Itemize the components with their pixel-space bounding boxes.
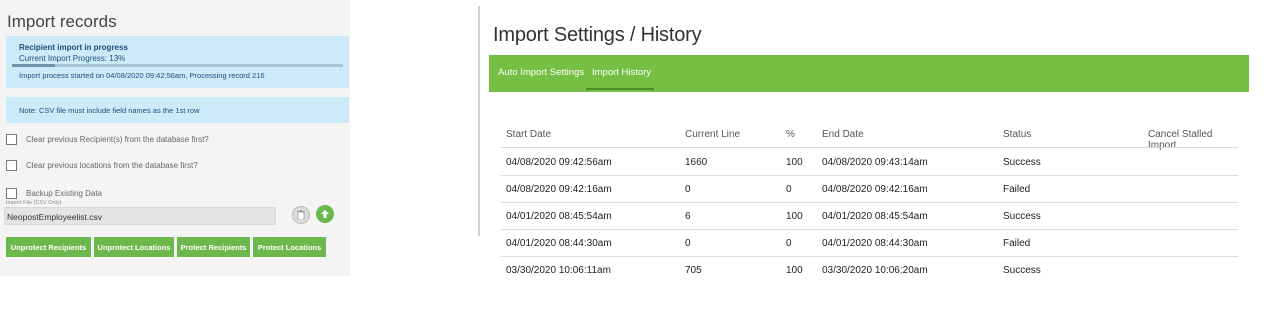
import-records-panel: Import records Recipient import in progr… bbox=[0, 0, 350, 276]
import-settings-title: Import Settings / History bbox=[493, 24, 702, 46]
table-row: 04/01/2020 08:45:54am 6 100 04/01/2020 0… bbox=[501, 203, 1238, 230]
cell-end-date: 04/01/2020 08:44:30am bbox=[822, 238, 928, 249]
cell-status: Success bbox=[1003, 157, 1041, 168]
clear-file-button[interactable] bbox=[292, 206, 310, 224]
column-header-status: Status bbox=[1003, 129, 1032, 140]
cell-status: Failed bbox=[1003, 184, 1031, 195]
progress-status: Import process started on 04/08/2020 09:… bbox=[19, 71, 265, 80]
table-row: 04/08/2020 09:42:56am 1660 100 04/08/202… bbox=[501, 149, 1238, 176]
progress-current: Current Import Progress: 13% bbox=[19, 54, 126, 63]
trash-icon bbox=[297, 210, 305, 220]
column-header-percent: % bbox=[786, 129, 795, 140]
cell-percent: 100 bbox=[786, 211, 803, 222]
cell-start-date: 04/08/2020 09:42:56am bbox=[506, 157, 612, 168]
import-records-title: Import records bbox=[7, 12, 117, 31]
tab-auto-import-settings[interactable]: Auto Import Settings bbox=[498, 67, 584, 78]
active-tab-indicator bbox=[586, 88, 654, 90]
cell-current-line: 0 bbox=[685, 238, 691, 249]
column-header-end-date: End Date bbox=[822, 129, 864, 140]
cell-end-date: 04/08/2020 09:42:16am bbox=[822, 184, 928, 195]
tab-import-history[interactable]: Import History bbox=[592, 67, 651, 78]
column-header-current-line: Current Line bbox=[685, 129, 741, 140]
upload-button[interactable] bbox=[316, 205, 334, 223]
clear-locations-label: Clear previous locations from the databa… bbox=[26, 160, 198, 170]
progress-bar bbox=[12, 64, 343, 67]
cell-status: Failed bbox=[1003, 238, 1031, 249]
progress-heading: Recipient import in progress bbox=[19, 43, 128, 52]
clear-recipients-option[interactable]: Clear previous Recipient(s) from the dat… bbox=[6, 132, 209, 146]
clear-recipients-label: Clear previous Recipient(s) from the dat… bbox=[26, 134, 209, 144]
import-history-table: Start Date Current Line % End Date Statu… bbox=[501, 120, 1241, 280]
table-header-divider bbox=[501, 147, 1238, 148]
cell-end-date: 04/01/2020 08:45:54am bbox=[822, 211, 928, 222]
table-row: 04/01/2020 08:44:30am 0 0 04/01/2020 08:… bbox=[501, 230, 1238, 257]
cell-end-date: 04/08/2020 09:43:14am bbox=[822, 157, 928, 168]
protect-locations-button[interactable]: Protect Locations bbox=[253, 237, 326, 257]
table-row: 04/08/2020 09:42:16am 0 0 04/08/2020 09:… bbox=[501, 176, 1238, 203]
cell-percent: 0 bbox=[786, 184, 792, 195]
cell-status: Success bbox=[1003, 211, 1041, 222]
cell-start-date: 04/01/2020 08:44:30am bbox=[506, 238, 612, 249]
cell-current-line: 705 bbox=[685, 265, 702, 276]
protect-recipients-button[interactable]: Protect Recipients bbox=[177, 237, 250, 257]
upload-arrow-icon bbox=[321, 210, 329, 218]
unprotect-locations-button[interactable]: Unprotect Locations bbox=[94, 237, 174, 257]
clear-recipients-checkbox[interactable] bbox=[6, 133, 17, 145]
cell-percent: 100 bbox=[786, 157, 803, 168]
clear-locations-option[interactable]: Clear previous locations from the databa… bbox=[6, 158, 198, 172]
cell-percent: 100 bbox=[786, 265, 803, 276]
import-file-input[interactable]: NeopostEmployeelist.csv bbox=[4, 207, 276, 225]
cell-current-line: 1660 bbox=[685, 157, 708, 168]
column-header-start-date: Start Date bbox=[506, 129, 552, 140]
clear-locations-checkbox[interactable] bbox=[6, 159, 17, 171]
csv-note: Note: CSV file must include field names … bbox=[6, 97, 349, 123]
table-row: 03/30/2020 10:06:11am 705 100 03/30/2020… bbox=[501, 257, 1238, 280]
cell-status: Success bbox=[1003, 265, 1041, 276]
backup-data-checkbox[interactable] bbox=[6, 187, 17, 199]
cell-current-line: 6 bbox=[685, 211, 691, 222]
cell-end-date: 03/30/2020 10:06:20am bbox=[822, 265, 928, 276]
cell-start-date: 04/08/2020 09:42:16am bbox=[506, 184, 612, 195]
csv-note-text: Note: CSV file must include field names … bbox=[19, 106, 200, 115]
import-tabbar: Auto Import Settings Import History bbox=[489, 55, 1249, 92]
unprotect-recipients-button[interactable]: Unprotect Recipients bbox=[6, 237, 91, 257]
panel-divider bbox=[478, 6, 480, 236]
cell-start-date: 03/30/2020 10:06:11am bbox=[506, 265, 611, 276]
import-progress-alert: Recipient import in progress Current Imp… bbox=[6, 36, 349, 88]
progress-bar-fill bbox=[12, 64, 56, 67]
import-file-label: Import File (CSV Only) bbox=[6, 200, 62, 206]
backup-data-option[interactable]: Backup Existing Data bbox=[6, 186, 102, 200]
backup-data-label: Backup Existing Data bbox=[26, 188, 103, 198]
cell-start-date: 04/01/2020 08:45:54am bbox=[506, 211, 612, 222]
cell-current-line: 0 bbox=[685, 184, 691, 195]
cell-percent: 0 bbox=[786, 238, 792, 249]
